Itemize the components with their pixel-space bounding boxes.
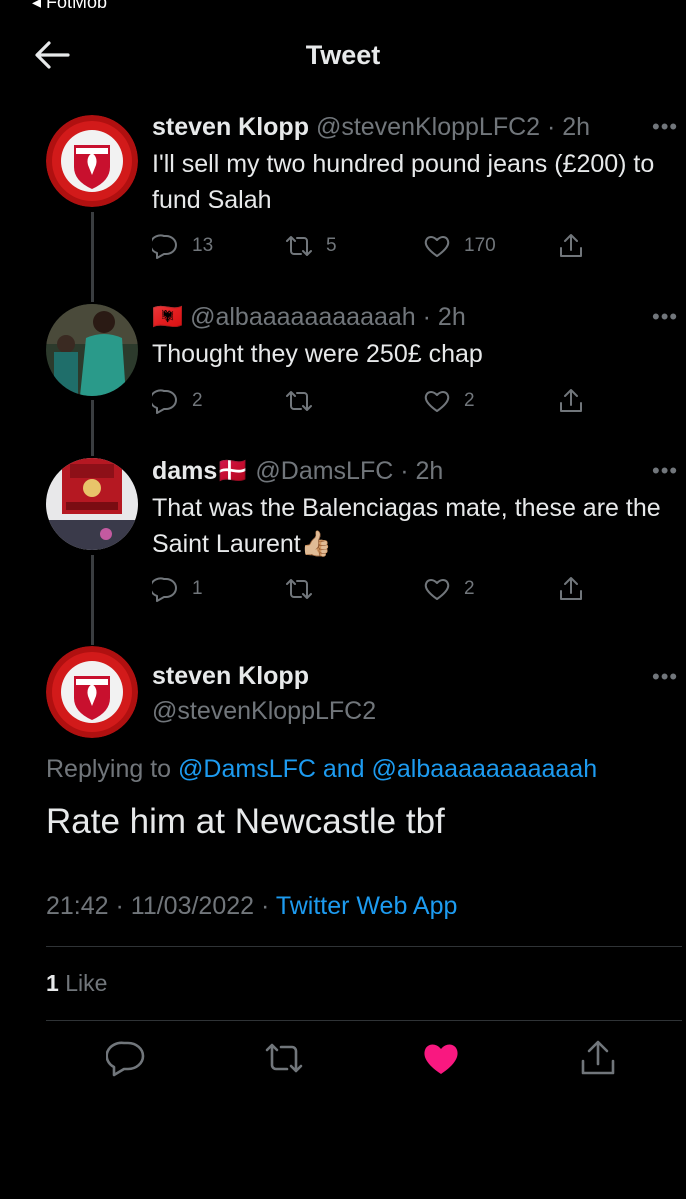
avatar[interactable] xyxy=(46,458,138,550)
reply-bubble-icon xyxy=(152,389,177,414)
tweet-text: Thought they were 250£ chap xyxy=(152,340,483,368)
tweet-text: I'll sell my two hundred pound jeans (£2… xyxy=(152,150,655,214)
share-icon[interactable] xyxy=(578,1038,618,1078)
more-dots-icon[interactable]: ••• xyxy=(652,664,678,690)
like-button[interactable]: 2 xyxy=(424,574,475,604)
reply-button[interactable]: 13 xyxy=(152,231,213,261)
likes-summary[interactable]: 1 Like xyxy=(46,970,107,997)
tweet-header: 🇦🇱 @albaaaaaaaaaaah · 2h xyxy=(152,303,466,332)
main-display-name[interactable]: steven Klopp xyxy=(152,662,309,691)
player-photo-icon xyxy=(46,304,138,396)
replying-targets[interactable]: @DamsLFC and @albaaaaaaaaaaah xyxy=(178,755,597,783)
more-dots-icon[interactable]: ••• xyxy=(652,458,678,484)
like-label: Like xyxy=(65,970,108,996)
share-button[interactable] xyxy=(558,231,598,261)
handle[interactable]: @DamsLFC xyxy=(255,457,393,485)
retweet-button[interactable]: 5 xyxy=(286,231,337,261)
heart-icon xyxy=(424,391,450,412)
tweet-text: That was the Balenciagas mate, these are… xyxy=(152,494,661,558)
like-count: 2 xyxy=(464,390,475,411)
retweet-button[interactable] xyxy=(286,386,326,416)
more-dots-icon[interactable]: ••• xyxy=(652,114,678,140)
handle[interactable]: @albaaaaaaaaaaah xyxy=(190,303,416,331)
tweet-actions: 1 2 xyxy=(152,574,622,604)
reply-button[interactable]: 1 xyxy=(152,574,203,604)
thread-tweet[interactable]: 🇦🇱 @albaaaaaaaaaaah · 2h ••• Thought the… xyxy=(0,300,686,420)
reply-bubble-icon[interactable] xyxy=(106,1038,146,1078)
main-tweet-text: Rate him at Newcastle tbf xyxy=(46,802,445,841)
liverpool-crest-icon xyxy=(46,115,138,207)
reply-count: 2 xyxy=(192,390,203,411)
like-total: 1 xyxy=(46,970,59,996)
timestamp: · 2h xyxy=(547,113,591,141)
anfield-sign-icon xyxy=(46,458,138,550)
tweet-meta: 21:42 · 11/03/2022 · Twitter Web App xyxy=(46,892,457,921)
like-count: 2 xyxy=(464,578,475,599)
retweet-icon[interactable] xyxy=(264,1038,304,1078)
page-title: Tweet xyxy=(305,40,381,70)
timestamp: · 2h xyxy=(400,457,444,485)
display-name[interactable]: dams🇩🇰 xyxy=(152,457,248,485)
display-name[interactable]: steven Klopp xyxy=(152,113,309,141)
main-handle[interactable]: @stevenKloppLFC2 xyxy=(152,697,376,726)
avatar[interactable] xyxy=(46,115,138,207)
reply-count: 1 xyxy=(192,578,203,599)
display-name[interactable]: 🇦🇱 xyxy=(152,303,183,331)
divider xyxy=(46,1020,682,1021)
reply-bubble-icon xyxy=(152,577,177,602)
heart-icon xyxy=(424,579,450,600)
like-button[interactable]: 170 xyxy=(424,231,496,261)
more-dots-icon[interactable]: ••• xyxy=(652,304,678,330)
handle[interactable]: @stevenKloppLFC2 xyxy=(316,113,540,141)
timestamp: · 2h xyxy=(422,303,466,331)
reply-bubble-icon xyxy=(152,234,177,259)
tweet-actions: 2 2 xyxy=(152,386,622,416)
thread-tweet[interactable]: steven Klopp @stevenKloppLFC2 · 2h ••• I… xyxy=(0,110,686,270)
top-bar: Tweet xyxy=(0,24,686,88)
reply-button[interactable]: 2 xyxy=(152,386,203,416)
retweet-button[interactable] xyxy=(286,574,326,604)
liverpool-crest-icon xyxy=(46,646,138,738)
share-icon xyxy=(560,234,582,257)
divider xyxy=(46,946,682,947)
heart-icon xyxy=(424,236,450,257)
retweet-icon xyxy=(286,391,312,411)
like-count: 170 xyxy=(464,235,496,256)
share-button[interactable] xyxy=(558,386,598,416)
share-button[interactable] xyxy=(558,574,598,604)
share-icon xyxy=(560,577,582,600)
reply-count: 13 xyxy=(192,235,214,256)
status-bar-app[interactable]: ◂ FotMob xyxy=(32,0,107,13)
avatar[interactable] xyxy=(46,304,138,396)
retweet-count: 5 xyxy=(326,235,337,256)
share-icon xyxy=(560,389,582,412)
heart-filled-icon[interactable] xyxy=(421,1038,461,1078)
thread-tweet[interactable]: dams🇩🇰 @DamsLFC · 2h ••• That was the Ba… xyxy=(0,454,686,614)
replying-prefix: Replying to xyxy=(46,755,172,783)
retweet-icon xyxy=(286,236,312,256)
tweet-timestamp: 21:42 · 11/03/2022 · xyxy=(46,892,270,920)
main-actions xyxy=(0,1038,686,1082)
main-avatar[interactable] xyxy=(46,646,138,738)
tweet-actions: 13 5 170 xyxy=(152,231,622,261)
replying-to: Replying to @DamsLFC and @albaaaaaaaaaaa… xyxy=(46,755,597,784)
tweet-header: dams🇩🇰 @DamsLFC · 2h xyxy=(152,457,443,486)
like-button[interactable]: 2 xyxy=(424,386,475,416)
tweet-header: steven Klopp @stevenKloppLFC2 · 2h xyxy=(152,113,590,142)
retweet-icon xyxy=(286,579,312,599)
tweet-source[interactable]: Twitter Web App xyxy=(276,892,458,920)
